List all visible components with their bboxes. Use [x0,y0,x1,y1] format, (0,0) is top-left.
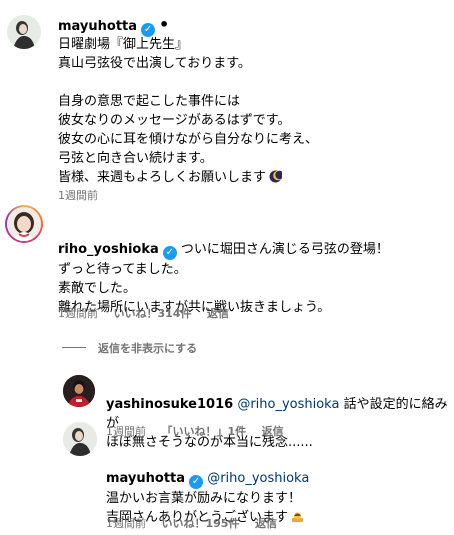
post-meta: 1週間前 [58,187,110,203]
reply-body: yashinosuke1016 @riho_yoshioka 話や設定的に絡みが… [106,376,451,452]
reply-time: 1週間前 [106,425,146,438]
avatar[interactable] [63,422,97,456]
reply-likes[interactable]: いいね！195件 [162,517,240,530]
hide-replies-button[interactable]: 返信を非表示にする [98,340,197,356]
reply-mention[interactable]: @riho_yoshioka [207,471,309,486]
comment-username[interactable]: riho_yoshioka [58,242,159,257]
reply-time: 1週間前 [106,517,146,530]
avatar[interactable] [7,15,41,49]
reply-reply-button[interactable]: 返信 [255,517,277,530]
reply-mention[interactable]: @riho_yoshioka [237,397,339,412]
comment-body: riho_yoshioka ✓ ついに堀田さん演じる弓弦の登場！ ずっと待ってまし… [58,221,443,317]
avatar[interactable] [63,375,95,407]
crescent-moon-icon [269,170,283,183]
reply-username[interactable]: mayuhotta [106,471,185,486]
reply-username[interactable]: yashinosuke1016 [106,397,233,412]
reply-meta: 1週間前 「いいね！」1件 返信 [106,423,296,439]
comment-time: 1週間前 [58,307,98,320]
reply-reply-button[interactable]: 返信 [262,425,284,438]
profile-photo-icon [7,15,41,49]
bowing-person-icon [292,512,304,522]
post-caption: 日曜劇場『御上先生』 真山弓弦役で出演しております。 自身の意思で起こした事件に… [58,35,438,187]
avatar [7,207,41,241]
post-time: 1週間前 [58,189,98,202]
profile-photo-icon [7,207,41,241]
reply-meta: 1週間前 いいね！195件 返信 [106,515,289,531]
reply-likes[interactable]: 「いいね！」1件 [162,425,247,438]
post-caption-text: 日曜劇場『御上先生』 真山弓弦役で出演しております。 自身の意思で起こした事件に… [58,37,319,185]
post-header: mayuhotta ✓ • [58,15,169,37]
comment-meta: 1週間前 いいね！314件 返信 [58,305,241,321]
comment-reply-button[interactable]: 返信 [207,307,229,320]
separator-dot: • [159,15,170,34]
verified-icon: ✓ [189,475,204,489]
comment-likes[interactable]: いいね！314件 [114,307,192,320]
profile-photo-icon [63,422,97,456]
profile-photo-icon [63,375,95,407]
divider-line [62,347,86,348]
post-username[interactable]: mayuhotta [58,19,137,34]
story-ring[interactable] [5,205,43,243]
verified-icon: ✓ [162,246,177,260]
